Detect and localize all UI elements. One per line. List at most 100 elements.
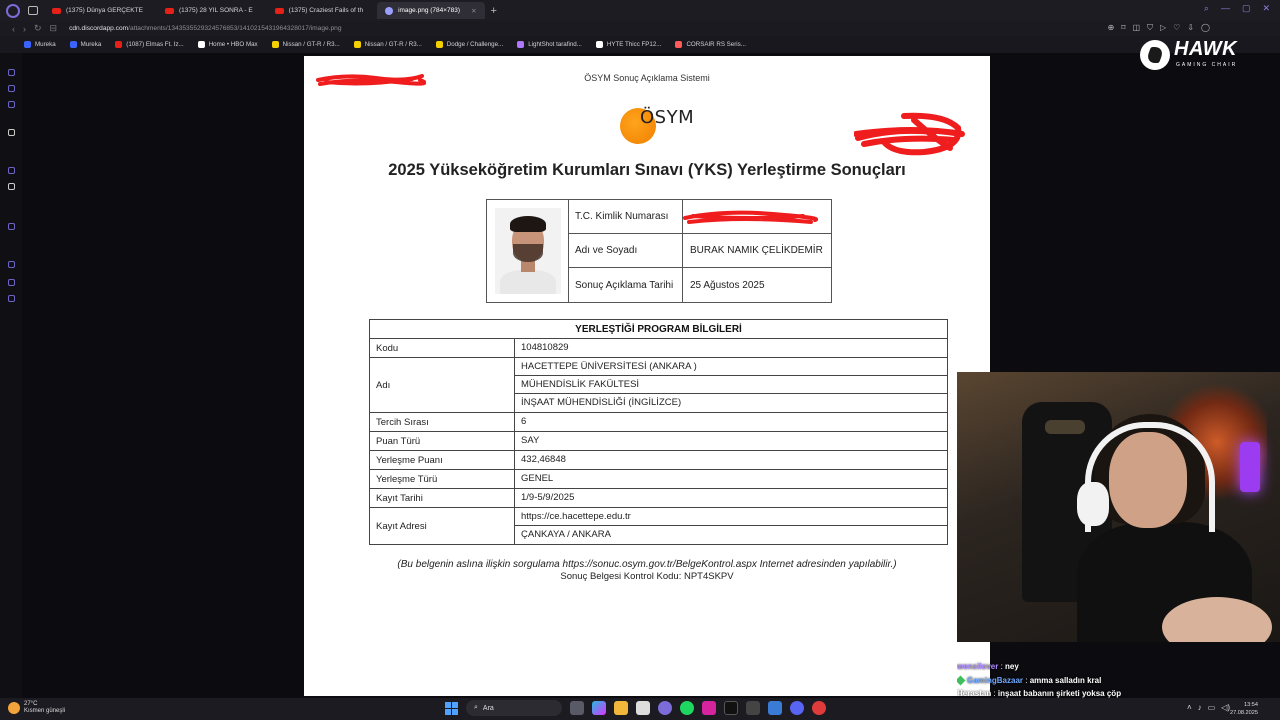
volume-icon[interactable]: ◁) <box>1221 703 1230 712</box>
shield-icon[interactable]: ⛉ <box>1147 23 1153 33</box>
network-icon[interactable]: ▭ <box>1208 703 1216 712</box>
chat-username[interactable]: wensilover <box>957 662 998 671</box>
copilot-icon[interactable] <box>592 701 606 715</box>
workspaces-icon[interactable] <box>28 6 38 15</box>
program-row-label: Adı <box>370 358 515 412</box>
mic-icon[interactable]: ♪ <box>1198 703 1202 712</box>
program-row-value: 432,46848 <box>521 454 566 465</box>
play-icon[interactable]: ▷ <box>1160 23 1166 33</box>
toolbar-icons: ⊕ ⌑ ◫ ⛉ ▷ ♡ ⇩ ◯ <box>1108 23 1210 33</box>
maximize-button[interactable]: ▢ <box>1242 3 1251 14</box>
bookmark-item[interactable]: LightShot tarafind... <box>517 41 582 48</box>
windows-start-icon[interactable] <box>445 701 458 715</box>
document-title: 2025 Yükseköğretim Kurumları Sınavı (YKS… <box>388 161 906 179</box>
chat-text: amma salladın kral <box>1029 675 1102 685</box>
bookmark-item[interactable]: (1087) Elmas Ft. Iz... <box>115 41 184 48</box>
program-row-value: ÇANKAYA / ANKARA <box>521 529 611 540</box>
bookmark-favicon-icon <box>435 41 443 48</box>
redaction-scribble-left <box>316 74 426 86</box>
app-icon[interactable] <box>768 701 782 715</box>
site-info-icon[interactable]: ⊟ <box>50 23 58 34</box>
program-row: Kayıt Tarihi 1/9-5/9/2025 <box>370 489 947 508</box>
tab-youtube-1[interactable]: (1375) Dünya GERÇEKTE <box>44 2 151 19</box>
osym-logo-text: ÖSYM <box>640 107 695 128</box>
chat-username[interactable]: Herastan <box>957 689 991 698</box>
browser-menu-icon[interactable] <box>6 3 20 18</box>
taskbar-search[interactable]: ⌕ Ara <box>466 700 562 716</box>
profile-icon[interactable]: ◯ <box>1201 23 1210 33</box>
program-row-value: MÜHENDİSLİK FAKÜLTESİ <box>515 376 947 394</box>
download-icon[interactable]: ⇩ <box>1187 23 1194 33</box>
file-explorer-icon[interactable] <box>614 701 628 715</box>
sidebar-icon-9[interactable] <box>8 279 15 286</box>
minimize-button[interactable]: — <box>1221 3 1230 14</box>
taskbar: 27°CKısmen güneşli ⌕Ara ˄ ♪ ▭ ◁) 13:54 <box>0 698 1280 720</box>
reload-icon[interactable]: ↻ <box>34 23 42 34</box>
program-row: Adı HACETTEPE ÜNİVERSİTESİ (ANKARA ) MÜHEN… <box>370 358 947 413</box>
sidebar-icon-4[interactable] <box>8 129 15 136</box>
program-row-label: Tercih Sırası <box>370 413 515 431</box>
bookmark-item[interactable]: CORSAIR RS Seris... <box>675 41 746 48</box>
search-tabs-icon[interactable]: ⌕ <box>1204 3 1209 14</box>
bookmark-item[interactable]: Mureka <box>69 41 101 48</box>
close-window-button[interactable]: ✕ <box>1262 3 1270 14</box>
tiktok-icon[interactable] <box>724 701 738 715</box>
obs-icon[interactable] <box>812 701 826 715</box>
twitch-icon[interactable] <box>8 167 15 174</box>
bookmark-item[interactable]: Dodge / Challenge... <box>435 41 503 48</box>
chat-username[interactable]: GamingBazaar <box>967 676 1023 685</box>
zoom-icon[interactable]: ⊕ <box>1108 23 1115 33</box>
youtube-icon <box>274 7 284 14</box>
extension-icon[interactable]: ◫ <box>1132 23 1140 33</box>
sponsor-logo: HAWK GAMING CHAIR <box>1140 38 1240 72</box>
sidebar-icon-7[interactable] <box>8 223 15 230</box>
x-icon[interactable] <box>8 183 15 190</box>
heart-icon[interactable]: ♡ <box>1173 23 1180 33</box>
window-controls: ⌕ — ▢ ✕ <box>1204 3 1270 14</box>
control-code: Sonuç Belgesi Kontrol Kodu: NPT4SKPV <box>560 571 734 582</box>
sidebar-icon-2[interactable] <box>8 85 15 92</box>
settings-icon[interactable] <box>8 295 15 302</box>
clock[interactable]: 13:54 27.08.2025 <box>1230 701 1258 717</box>
url-field[interactable]: cdn.discordapp.com/attachments/134353552… <box>69 25 341 32</box>
program-row-label: Kayıt Adresi <box>370 508 515 544</box>
bookmark-favicon-icon <box>115 41 123 48</box>
program-row: Yerleşme Puanı 432,46848 <box>370 451 947 470</box>
tab-image-active[interactable]: image.png (784×783) ✕ <box>377 2 485 19</box>
bookmark-favicon-icon <box>595 41 603 48</box>
bookmark-icon[interactable]: ⌑ <box>1121 23 1125 33</box>
address-bar: ‹ › ↻ ⊟ cdn.discordapp.com/attachments/1… <box>0 21 1280 36</box>
back-arrow-icon[interactable]: ‹ <box>12 24 15 34</box>
forward-arrow-icon[interactable]: › <box>23 24 26 34</box>
chevron-up-icon[interactable]: ˄ <box>1187 703 1192 712</box>
spotify-icon[interactable] <box>680 701 694 715</box>
tab-youtube-2[interactable]: (1375) 28 YIL SONRA - E <box>157 2 261 19</box>
candidate-photo <box>487 200 569 302</box>
tab-youtube-3[interactable]: (1375) Craziest Fails of th <box>267 2 371 19</box>
sidebar-icon-1[interactable] <box>8 69 15 76</box>
program-row-value: 6 <box>521 416 527 427</box>
sun-icon <box>8 702 20 714</box>
bookmark-item[interactable]: Mureka <box>24 41 56 48</box>
discord-icon[interactable] <box>790 701 804 715</box>
program-row-value: 1/9-5/9/2025 <box>521 492 575 503</box>
bookmark-item[interactable]: Nissan / GT-R / R3... <box>271 41 340 48</box>
store-icon[interactable] <box>636 701 650 715</box>
chat-message: wensilover : ney <box>957 662 1019 671</box>
youtube-icon <box>164 7 174 14</box>
new-tab-button[interactable]: + <box>491 5 497 17</box>
sidebar-icon-3[interactable] <box>8 101 15 108</box>
result-document: ÖSYM Sonuç Açıklama Sistemi ÖSYM 2025 Yü… <box>304 56 990 696</box>
task-view-icon[interactable] <box>570 701 584 715</box>
weather-widget[interactable]: 27°C Kısmen güneşli <box>8 701 65 715</box>
bookmark-item[interactable]: Nissan / GT-R / R3... <box>353 41 422 48</box>
bookmark-item[interactable]: HYTE Thicc FP12... <box>595 41 661 48</box>
steam-icon[interactable] <box>746 701 760 715</box>
program-row: Puan Türü SAY <box>370 432 947 451</box>
instagram-icon[interactable] <box>702 701 716 715</box>
sidebar-icon-8[interactable] <box>8 261 15 268</box>
bookmark-favicon-icon <box>353 41 361 48</box>
browser-app-icon[interactable] <box>658 701 672 715</box>
close-tab-icon[interactable]: ✕ <box>471 7 476 15</box>
bookmark-item[interactable]: Home • HBO Max <box>197 41 258 48</box>
